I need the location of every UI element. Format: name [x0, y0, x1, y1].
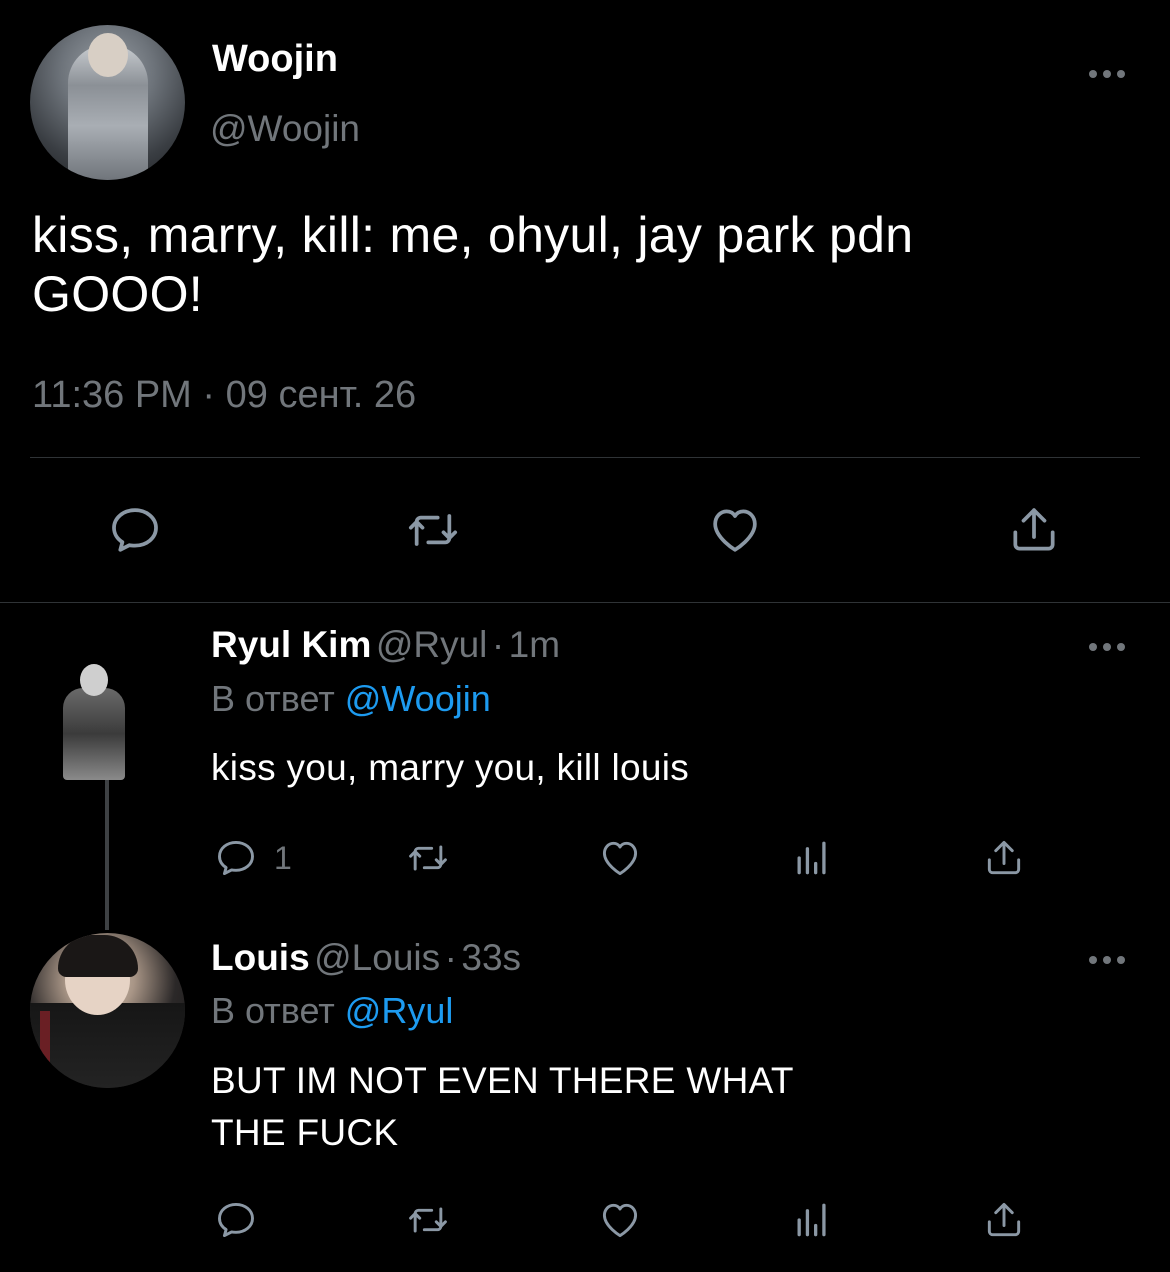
divider: [0, 602, 1170, 603]
reply-count: 1: [274, 840, 292, 876]
reply-header: Ryul Kim @Ryul · 1m: [211, 624, 560, 666]
avatar-head: [80, 664, 108, 696]
analytics-icon[interactable]: [790, 836, 834, 880]
share-icon[interactable]: [982, 836, 1026, 880]
more-options-icon[interactable]: [1088, 642, 1126, 652]
tweet-date[interactable]: 09 сент. 26: [226, 374, 417, 416]
analytics-icon[interactable]: [790, 1198, 834, 1242]
share-icon[interactable]: [982, 1198, 1026, 1242]
avatar-figure: [63, 688, 125, 780]
share-icon[interactable]: [1006, 502, 1062, 558]
tweet-text: kiss, marry, kill: me, ohyul, jay park p…: [32, 206, 1132, 324]
author-name[interactable]: Woojin: [212, 38, 338, 81]
reply-icon[interactable]: [107, 502, 163, 558]
meta-separator: ·: [444, 937, 457, 978]
tweet-time: 11:36 PM: [32, 374, 192, 416]
reply-to-prefix: В ответ: [211, 678, 335, 719]
more-options-icon[interactable]: [1088, 69, 1126, 79]
reply-age: 1m: [508, 624, 561, 665]
avatar-jacket-stripe: [40, 1011, 50, 1071]
thread-line: [105, 780, 109, 930]
reply-to-mention[interactable]: @Woojin: [345, 678, 491, 719]
reply-text-line: BUT IM NOT EVEN THERE WHAT: [211, 1060, 794, 1101]
reply-author-name[interactable]: Louis: [211, 937, 310, 978]
reply-icon[interactable]: [214, 836, 258, 880]
divider: [30, 457, 1140, 458]
reply-text: kiss you, marry you, kill louis: [211, 742, 1111, 794]
retweet-icon[interactable]: [405, 502, 461, 558]
retweet-icon[interactable]: [406, 1198, 450, 1242]
avatar-head: [88, 33, 128, 77]
reply-author-handle[interactable]: @Ryul: [376, 624, 488, 665]
reply-to-mention[interactable]: @Ryul: [345, 990, 454, 1031]
reply-to-line: В ответ @Woojin: [211, 678, 491, 720]
reply-to-prefix: В ответ: [211, 990, 335, 1031]
like-icon[interactable]: [598, 836, 642, 880]
reply-header: Louis @Louis · 33s: [211, 937, 521, 979]
tweet-text-line: kiss, marry, kill: me, ohyul, jay park p…: [32, 207, 914, 263]
tweet-timestamp: 11:36 PM · 09 сент. 26: [32, 374, 416, 417]
reply-author-name[interactable]: Ryul Kim: [211, 624, 371, 665]
avatar-hair: [58, 935, 138, 977]
reply-icon[interactable]: [214, 1198, 258, 1242]
avatar-ryul[interactable]: [55, 660, 160, 785]
reply-text: BUT IM NOT EVEN THERE WHAT THE FUCK: [211, 1055, 1111, 1159]
reply-text-line: THE FUCK: [211, 1112, 399, 1153]
reply-text-line: kiss you, marry you, kill louis: [211, 747, 690, 788]
reply-author-handle[interactable]: @Louis: [314, 937, 440, 978]
like-icon[interactable]: [598, 1198, 642, 1242]
like-icon[interactable]: [707, 502, 763, 558]
meta-separator: ·: [202, 374, 216, 416]
more-options-icon[interactable]: [1088, 955, 1126, 965]
meta-separator: ·: [491, 624, 505, 665]
avatar-louis[interactable]: [30, 933, 185, 1088]
reply-to-line: В ответ @Ryul: [211, 990, 453, 1032]
author-handle[interactable]: @Woojin: [210, 108, 360, 150]
reply-age: 33s: [461, 937, 522, 978]
tweet-text-line: GOOO!: [32, 266, 203, 322]
retweet-icon[interactable]: [406, 836, 450, 880]
avatar-woojin[interactable]: [30, 25, 185, 180]
avatar-figure: [30, 1003, 185, 1088]
